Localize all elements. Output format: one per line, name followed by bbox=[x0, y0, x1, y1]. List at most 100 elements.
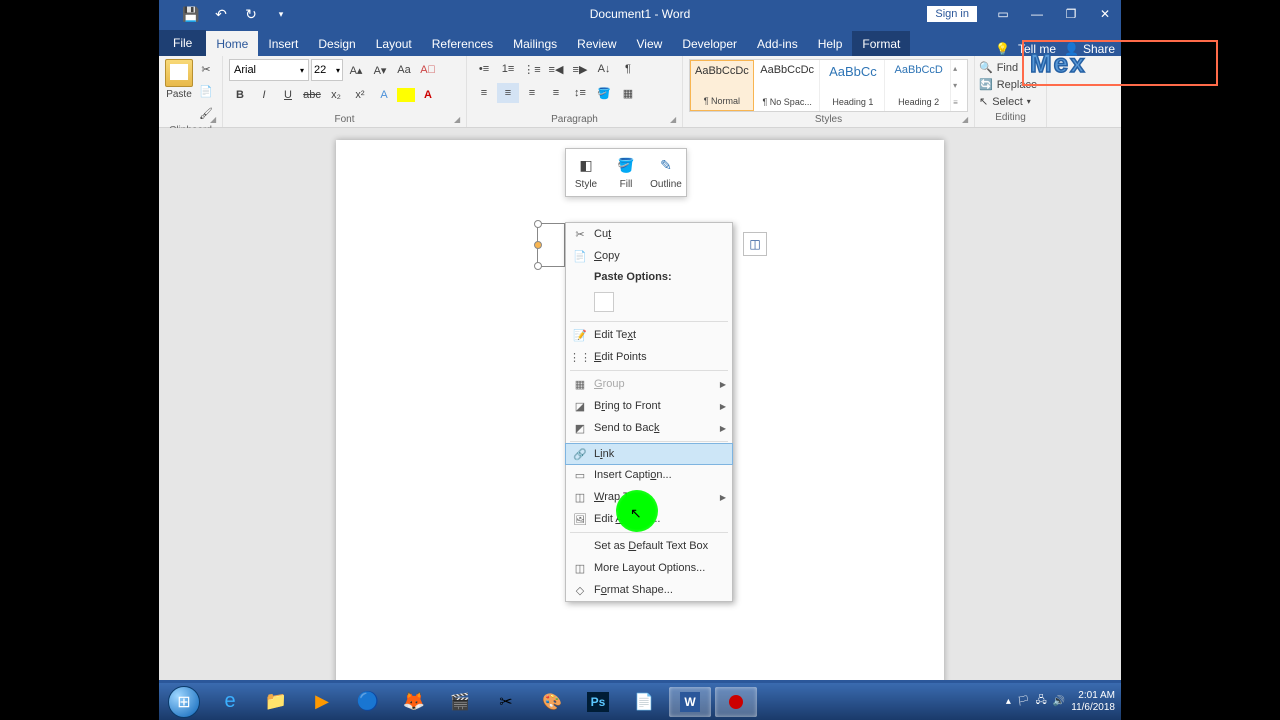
underline-button[interactable]: U bbox=[277, 85, 299, 105]
tab-file[interactable]: File bbox=[159, 30, 206, 56]
tellme-icon[interactable]: 💡 bbox=[995, 42, 1010, 56]
ctx-wrap-text[interactable]: ◫Wrap Text▶ bbox=[566, 486, 732, 508]
multilevel-icon[interactable]: ⋮≡ bbox=[521, 59, 543, 79]
font-size-combo[interactable]: 22▾ bbox=[311, 59, 343, 81]
mini-fill[interactable]: 🪣Fill bbox=[606, 149, 646, 196]
selected-textbox[interactable] bbox=[537, 223, 565, 267]
redo-icon[interactable]: ↻ bbox=[239, 3, 263, 25]
font-color-icon[interactable]: A bbox=[417, 85, 439, 105]
ctx-insert-caption[interactable]: ▭Insert Caption... bbox=[566, 464, 732, 486]
grow-font-icon[interactable]: A▴ bbox=[345, 60, 367, 80]
highlight-icon[interactable] bbox=[397, 88, 415, 102]
text-effects-icon[interactable]: A bbox=[373, 85, 395, 105]
tb-explorer[interactable]: 📁 bbox=[255, 687, 297, 717]
align-left-icon[interactable]: ≡ bbox=[473, 83, 495, 103]
styles-launcher-icon[interactable]: ◢ bbox=[962, 115, 972, 125]
shading-icon[interactable]: 🪣 bbox=[593, 83, 615, 103]
style-heading1[interactable]: AaBbCcHeading 1 bbox=[822, 60, 886, 111]
style-nospacing[interactable]: AaBbCcDc¶ No Spac... bbox=[756, 60, 820, 111]
ctx-edit-alt[interactable]: 🖼Edit Alt Text... bbox=[566, 508, 732, 530]
subscript-button[interactable]: x₂ bbox=[325, 85, 347, 105]
copy-icon[interactable]: 📄 bbox=[195, 81, 217, 101]
tab-format[interactable]: Format bbox=[852, 31, 910, 56]
align-center-icon[interactable]: ≡ bbox=[497, 83, 519, 103]
styles-gallery[interactable]: AaBbCcDc¶ Normal AaBbCcDc¶ No Spac... Aa… bbox=[689, 59, 968, 112]
change-case-icon[interactable]: Aa bbox=[393, 60, 415, 80]
bold-button[interactable]: B bbox=[229, 85, 251, 105]
tray-volume-icon[interactable]: 🔊 bbox=[1053, 696, 1065, 707]
tray-network-icon[interactable]: 🖧 bbox=[1036, 693, 1047, 710]
clear-format-icon[interactable]: A⃠ bbox=[417, 60, 439, 80]
ctx-send-back[interactable]: ◩Send to Back▶ bbox=[566, 417, 732, 439]
borders-icon[interactable]: ▦ bbox=[617, 83, 639, 103]
ctx-format-shape[interactable]: ◇Format Shape... bbox=[566, 579, 732, 601]
superscript-button[interactable]: x² bbox=[349, 85, 371, 105]
tb-paint[interactable]: 🎨 bbox=[531, 687, 573, 717]
ribbon-display-icon[interactable]: ▭ bbox=[987, 0, 1019, 28]
tab-home[interactable]: Home bbox=[206, 31, 258, 56]
tb-ie[interactable]: e bbox=[209, 687, 251, 717]
cut-icon[interactable]: ✂ bbox=[195, 59, 217, 79]
tab-references[interactable]: References bbox=[422, 31, 503, 56]
tab-mailings[interactable]: Mailings bbox=[503, 31, 567, 56]
decrease-indent-icon[interactable]: ≡◀ bbox=[545, 59, 567, 79]
ctx-copy[interactable]: 📄Copy bbox=[566, 245, 732, 267]
tray-flag-icon[interactable]: 🏳 bbox=[1017, 696, 1030, 707]
minimize-button[interactable]: — bbox=[1021, 0, 1053, 28]
ctx-edit-text[interactable]: 📝Edit Text bbox=[566, 324, 732, 346]
ctx-link[interactable]: 🔗Link bbox=[565, 443, 733, 465]
tb-firefox[interactable]: 🦊 bbox=[393, 687, 435, 717]
styles-more-icon[interactable]: ≡ bbox=[953, 98, 967, 107]
signin-button[interactable]: Sign in bbox=[927, 6, 977, 22]
font-name-combo[interactable]: Arial▾ bbox=[229, 59, 309, 81]
font-launcher-icon[interactable]: ◢ bbox=[454, 115, 464, 125]
start-button[interactable]: ⊞ bbox=[163, 685, 205, 719]
save-icon[interactable]: 💾 bbox=[179, 3, 203, 25]
tb-wmp[interactable]: ▶ bbox=[301, 687, 343, 717]
tb-video[interactable]: 🎬 bbox=[439, 687, 481, 717]
tb-notepad[interactable]: 📄 bbox=[623, 687, 665, 717]
tab-review[interactable]: Review bbox=[567, 31, 626, 56]
paste-button[interactable]: Paste bbox=[165, 59, 193, 123]
align-right-icon[interactable]: ≡ bbox=[521, 83, 543, 103]
styles-up-icon[interactable]: ▴ bbox=[953, 64, 967, 73]
tab-developer[interactable]: Developer bbox=[672, 31, 747, 56]
tb-recorder[interactable] bbox=[715, 687, 757, 717]
mini-outline[interactable]: ✎Outline bbox=[646, 149, 686, 196]
sort-icon[interactable]: A↓ bbox=[593, 59, 615, 79]
ctx-paste-option[interactable] bbox=[566, 285, 732, 319]
mini-style[interactable]: ◧Style bbox=[566, 149, 606, 196]
paragraph-launcher-icon[interactable]: ◢ bbox=[670, 115, 680, 125]
justify-icon[interactable]: ≡ bbox=[545, 83, 567, 103]
strike-button[interactable]: abc bbox=[301, 85, 323, 105]
maximize-button[interactable]: ❐ bbox=[1055, 0, 1087, 28]
handle-mid-left[interactable] bbox=[534, 241, 542, 249]
qat-more-icon[interactable]: ▾ bbox=[269, 3, 293, 25]
tray-expand-icon[interactable]: ▴ bbox=[1006, 696, 1011, 707]
undo-icon[interactable]: ↶ bbox=[209, 3, 233, 25]
bullets-icon[interactable]: •≡ bbox=[473, 59, 495, 79]
show-marks-icon[interactable]: ¶ bbox=[617, 59, 639, 79]
style-normal[interactable]: AaBbCcDc¶ Normal bbox=[690, 60, 754, 111]
ctx-set-default[interactable]: Set as Default Text Box bbox=[566, 535, 732, 557]
italic-button[interactable]: I bbox=[253, 85, 275, 105]
ctx-bring-front[interactable]: ◪Bring to Front▶ bbox=[566, 395, 732, 417]
close-button[interactable]: ✕ bbox=[1089, 0, 1121, 28]
tab-layout[interactable]: Layout bbox=[366, 31, 422, 56]
tab-view[interactable]: View bbox=[627, 31, 673, 56]
clock[interactable]: 2:01 AM 11/6/2018 bbox=[1071, 690, 1115, 714]
ctx-more-layout[interactable]: ◫More Layout Options... bbox=[566, 557, 732, 579]
tb-snip[interactable]: ✂ bbox=[485, 687, 527, 717]
tb-chrome[interactable]: 🔵 bbox=[347, 687, 389, 717]
ctx-cut[interactable]: ✂Cut bbox=[566, 223, 732, 245]
tab-design[interactable]: Design bbox=[308, 31, 365, 56]
handle-bottom-left[interactable] bbox=[534, 262, 542, 270]
handle-top-left[interactable] bbox=[534, 220, 542, 228]
tb-word[interactable]: W bbox=[669, 687, 711, 717]
select-button[interactable]: ↖Select▾ bbox=[979, 94, 1042, 109]
layout-options-button[interactable]: ◫ bbox=[743, 232, 767, 256]
style-heading2[interactable]: AaBbCcDHeading 2 bbox=[887, 60, 951, 111]
tab-help[interactable]: Help bbox=[808, 31, 853, 56]
numbering-icon[interactable]: 1≡ bbox=[497, 59, 519, 79]
line-spacing-icon[interactable]: ↕≡ bbox=[569, 83, 591, 103]
